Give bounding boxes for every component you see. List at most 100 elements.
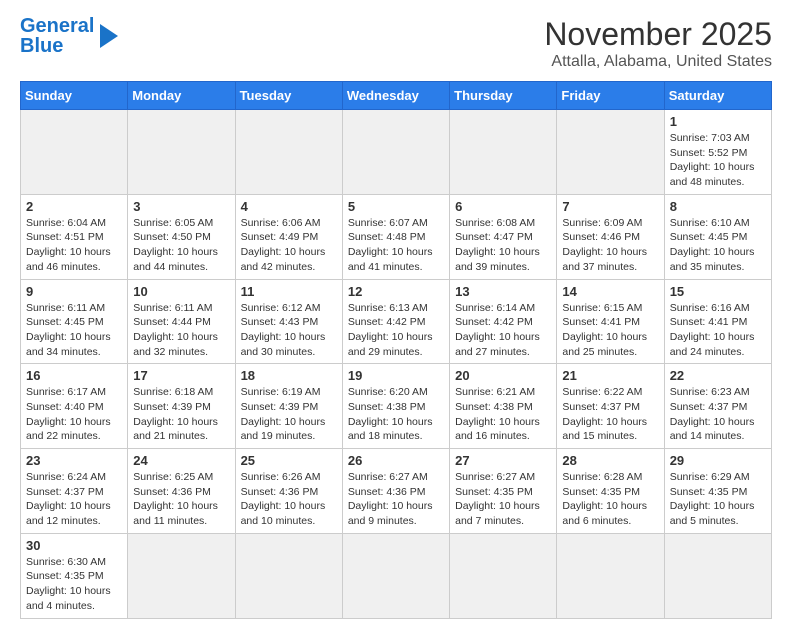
calendar-cell: 11 Sunrise: 6:12 AM Sunset: 4:43 PM Dayli… bbox=[235, 279, 342, 364]
weekday-header-wednesday: Wednesday bbox=[342, 82, 449, 110]
day-number: 30 bbox=[26, 538, 122, 553]
calendar-cell bbox=[128, 533, 235, 618]
calendar-week-2: 2 Sunrise: 6:04 AM Sunset: 4:51 PM Daylig… bbox=[21, 194, 772, 279]
calendar-cell: 10 Sunrise: 6:11 AM Sunset: 4:44 PM Dayli… bbox=[128, 279, 235, 364]
day-number: 10 bbox=[133, 284, 229, 299]
calendar-cell: 14 Sunrise: 6:15 AM Sunset: 4:41 PM Dayli… bbox=[557, 279, 664, 364]
day-number: 20 bbox=[455, 368, 551, 383]
day-info: Sunrise: 6:04 AM Sunset: 4:51 PM Dayligh… bbox=[26, 216, 122, 275]
calendar-cell: 6Sunrise: 6:08 AM Sunset: 4:47 PM Daylig… bbox=[450, 194, 557, 279]
calendar-cell: 23Sunrise: 6:24 AM Sunset: 4:37 PM Dayli… bbox=[21, 449, 128, 534]
calendar-cell: 28Sunrise: 6:28 AM Sunset: 4:35 PM Dayli… bbox=[557, 449, 664, 534]
calendar-cell bbox=[342, 110, 449, 195]
weekday-header-tuesday: Tuesday bbox=[235, 82, 342, 110]
calendar-cell: 18 Sunrise: 6:19 AM Sunset: 4:39 PM Dayli… bbox=[235, 364, 342, 449]
calendar-cell bbox=[235, 533, 342, 618]
calendar-cell: 15 Sunrise: 6:16 AM Sunset: 4:41 PM Dayli… bbox=[664, 279, 771, 364]
day-number: 27 bbox=[455, 453, 551, 468]
calendar-cell bbox=[450, 110, 557, 195]
day-info: Sunrise: 6:11 AM Sunset: 4:44 PM Dayligh… bbox=[133, 301, 229, 360]
day-number: 22 bbox=[670, 368, 766, 383]
calendar-cell: 9 Sunrise: 6:11 AM Sunset: 4:45 PM Daylig… bbox=[21, 279, 128, 364]
day-number: 5 bbox=[348, 199, 444, 214]
day-number: 16 bbox=[26, 368, 122, 383]
calendar-cell bbox=[128, 110, 235, 195]
day-info: Sunrise: 6:25 AM Sunset: 4:36 PM Dayligh… bbox=[133, 470, 229, 529]
logo: General Blue bbox=[20, 16, 118, 56]
day-info: Sunrise: 6:23 AM Sunset: 4:37 PM Dayligh… bbox=[670, 385, 766, 444]
day-number: 23 bbox=[26, 453, 122, 468]
day-number: 26 bbox=[348, 453, 444, 468]
day-number: 25 bbox=[241, 453, 337, 468]
header: General Blue November 2025 Attalla, Alab… bbox=[20, 16, 772, 71]
calendar-cell bbox=[21, 110, 128, 195]
day-info: Sunrise: 6:07 AM Sunset: 4:48 PM Dayligh… bbox=[348, 216, 444, 275]
calendar-cell bbox=[557, 110, 664, 195]
calendar-cell: 29 Sunrise: 6:29 AM Sunset: 4:35 PM Dayli… bbox=[664, 449, 771, 534]
day-info: Sunrise: 6:27 AM Sunset: 4:36 PM Dayligh… bbox=[348, 470, 444, 529]
calendar-week-3: 9 Sunrise: 6:11 AM Sunset: 4:45 PM Daylig… bbox=[21, 279, 772, 364]
day-info: Sunrise: 6:06 AM Sunset: 4:49 PM Dayligh… bbox=[241, 216, 337, 275]
calendar-week-4: 16 Sunrise: 6:17 AM Sunset: 4:40 PM Dayli… bbox=[21, 364, 772, 449]
day-number: 11 bbox=[241, 284, 337, 299]
day-info: Sunrise: 6:09 AM Sunset: 4:46 PM Dayligh… bbox=[562, 216, 658, 275]
title-block: November 2025 Attalla, Alabama, United S… bbox=[544, 16, 772, 71]
calendar-cell: 1 Sunrise: 7:03 AM Sunset: 5:52 PM Daylig… bbox=[664, 110, 771, 195]
day-number: 1 bbox=[670, 114, 766, 129]
day-info: Sunrise: 6:30 AM Sunset: 4:35 PM Dayligh… bbox=[26, 555, 122, 614]
logo-triangle-icon bbox=[100, 24, 118, 48]
day-number: 15 bbox=[670, 284, 766, 299]
day-number: 4 bbox=[241, 199, 337, 214]
weekday-header-thursday: Thursday bbox=[450, 82, 557, 110]
calendar-cell: 4 Sunrise: 6:06 AM Sunset: 4:49 PM Daylig… bbox=[235, 194, 342, 279]
weekday-header-sunday: Sunday bbox=[21, 82, 128, 110]
calendar-cell: 25 Sunrise: 6:26 AM Sunset: 4:36 PM Dayli… bbox=[235, 449, 342, 534]
weekday-header-saturday: Saturday bbox=[664, 82, 771, 110]
calendar-cell: 16 Sunrise: 6:17 AM Sunset: 4:40 PM Dayli… bbox=[21, 364, 128, 449]
day-info: Sunrise: 6:12 AM Sunset: 4:43 PM Dayligh… bbox=[241, 301, 337, 360]
calendar-cell: 26 Sunrise: 6:27 AM Sunset: 4:36 PM Dayli… bbox=[342, 449, 449, 534]
day-info: Sunrise: 6:21 AM Sunset: 4:38 PM Dayligh… bbox=[455, 385, 551, 444]
day-info: Sunrise: 7:03 AM Sunset: 5:52 PM Dayligh… bbox=[670, 131, 766, 190]
day-number: 28 bbox=[562, 453, 658, 468]
day-info: Sunrise: 6:17 AM Sunset: 4:40 PM Dayligh… bbox=[26, 385, 122, 444]
day-number: 29 bbox=[670, 453, 766, 468]
day-info: Sunrise: 6:05 AM Sunset: 4:50 PM Dayligh… bbox=[133, 216, 229, 275]
month-title: November 2025 bbox=[544, 16, 772, 53]
calendar-cell bbox=[450, 533, 557, 618]
day-number: 17 bbox=[133, 368, 229, 383]
day-info: Sunrise: 6:27 AM Sunset: 4:35 PM Dayligh… bbox=[455, 470, 551, 529]
calendar-cell: 30 Sunrise: 6:30 AM Sunset: 4:35 PM Dayli… bbox=[21, 533, 128, 618]
day-info: Sunrise: 6:19 AM Sunset: 4:39 PM Dayligh… bbox=[241, 385, 337, 444]
day-number: 13 bbox=[455, 284, 551, 299]
day-number: 8 bbox=[670, 199, 766, 214]
weekday-header-row: SundayMondayTuesdayWednesdayThursdayFrid… bbox=[21, 82, 772, 110]
day-info: Sunrise: 6:14 AM Sunset: 4:42 PM Dayligh… bbox=[455, 301, 551, 360]
day-number: 21 bbox=[562, 368, 658, 383]
day-number: 14 bbox=[562, 284, 658, 299]
day-info: Sunrise: 6:29 AM Sunset: 4:35 PM Dayligh… bbox=[670, 470, 766, 529]
calendar-cell: 24 Sunrise: 6:25 AM Sunset: 4:36 PM Dayli… bbox=[128, 449, 235, 534]
day-info: Sunrise: 6:18 AM Sunset: 4:39 PM Dayligh… bbox=[133, 385, 229, 444]
day-number: 3 bbox=[133, 199, 229, 214]
day-info: Sunrise: 6:10 AM Sunset: 4:45 PM Dayligh… bbox=[670, 216, 766, 275]
calendar-cell: 8 Sunrise: 6:10 AM Sunset: 4:45 PM Daylig… bbox=[664, 194, 771, 279]
day-number: 7 bbox=[562, 199, 658, 214]
calendar-table: SundayMondayTuesdayWednesdayThursdayFrid… bbox=[20, 81, 772, 619]
calendar-cell: 21Sunrise: 6:22 AM Sunset: 4:37 PM Dayli… bbox=[557, 364, 664, 449]
weekday-header-monday: Monday bbox=[128, 82, 235, 110]
logo-blue-text: Blue bbox=[20, 35, 63, 57]
day-number: 24 bbox=[133, 453, 229, 468]
day-number: 18 bbox=[241, 368, 337, 383]
day-info: Sunrise: 6:11 AM Sunset: 4:45 PM Dayligh… bbox=[26, 301, 122, 360]
day-info: Sunrise: 6:15 AM Sunset: 4:41 PM Dayligh… bbox=[562, 301, 658, 360]
logo-general: General bbox=[20, 15, 94, 37]
calendar-cell: 20 Sunrise: 6:21 AM Sunset: 4:38 PM Dayli… bbox=[450, 364, 557, 449]
day-info: Sunrise: 6:13 AM Sunset: 4:42 PM Dayligh… bbox=[348, 301, 444, 360]
day-info: Sunrise: 6:16 AM Sunset: 4:41 PM Dayligh… bbox=[670, 301, 766, 360]
day-number: 2 bbox=[26, 199, 122, 214]
day-info: Sunrise: 6:26 AM Sunset: 4:36 PM Dayligh… bbox=[241, 470, 337, 529]
day-number: 9 bbox=[26, 284, 122, 299]
day-number: 19 bbox=[348, 368, 444, 383]
weekday-header-friday: Friday bbox=[557, 82, 664, 110]
